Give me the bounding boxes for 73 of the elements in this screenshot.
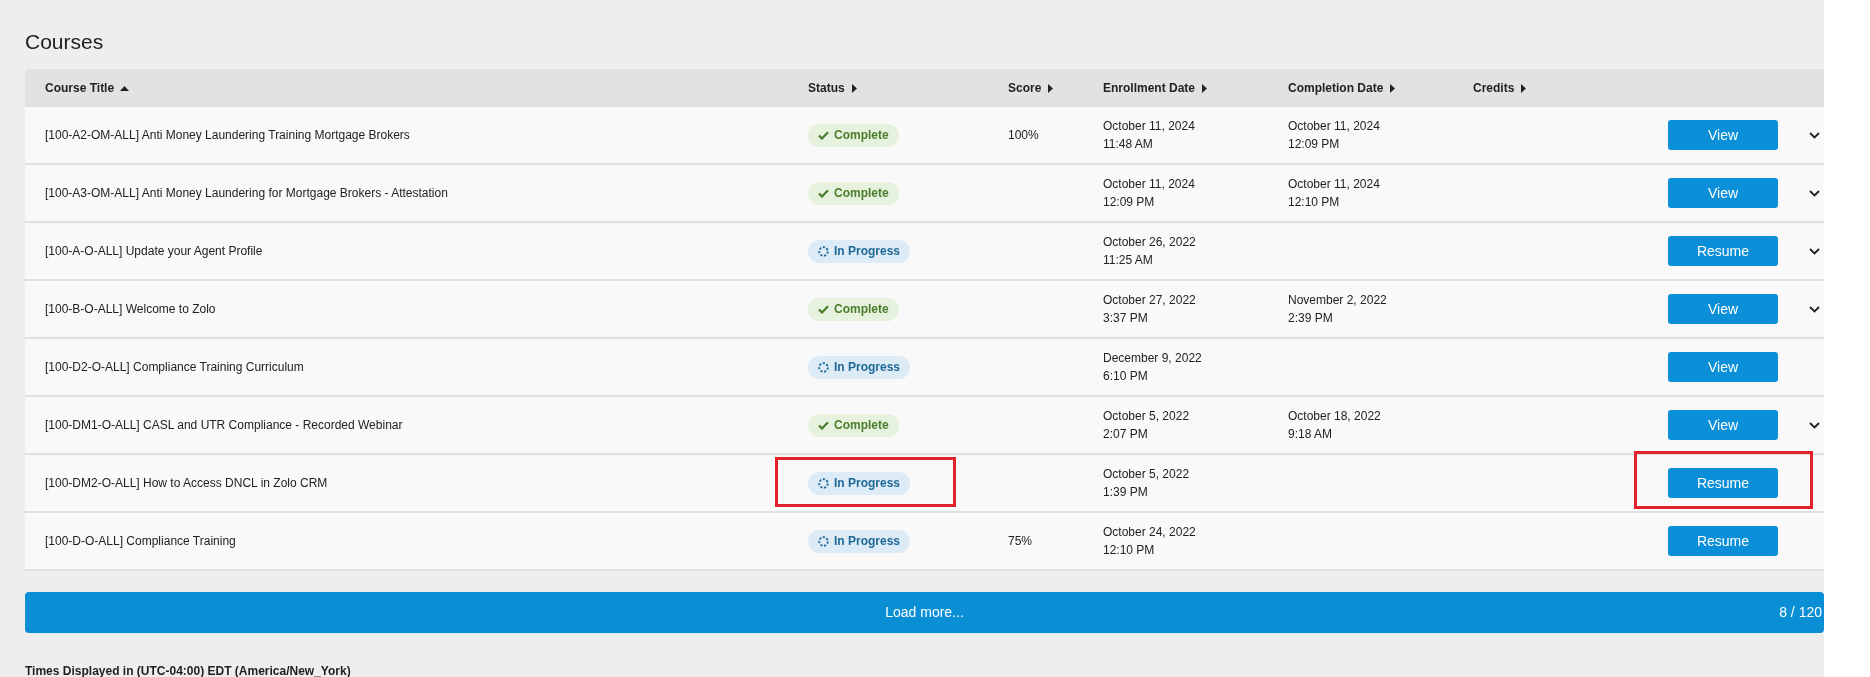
status-label: Complete (834, 301, 889, 318)
completion-time: 2:39 PM (1288, 310, 1333, 327)
action-button[interactable]: View (1668, 352, 1778, 382)
course-title: [100-A-O-ALL] Update your Agent Profile (45, 243, 263, 260)
score-value: 75% (1008, 533, 1033, 550)
status-label: Complete (834, 185, 889, 202)
enrollment-date: October 24, 2022 (1103, 524, 1196, 541)
chevron-down-icon[interactable] (1809, 305, 1820, 313)
results-count: 8 / 120 (1779, 604, 1822, 621)
enrollment-time: 6:10 PM (1103, 368, 1148, 385)
load-more-button[interactable]: Load more... 8 / 120 (25, 592, 1824, 633)
course-title: [100-A3-OM-ALL] Anti Money Laundering for Mortgage Brokers - Attestation (45, 185, 448, 202)
enrollment-time: 3:37 PM (1103, 310, 1148, 327)
loading-icon (818, 361, 829, 373)
column-header[interactable]: Course Title (45, 79, 130, 97)
completion-date: November 2, 2022 (1288, 292, 1387, 309)
course-title: [100-B-O-ALL] Welcome to Zolo (45, 301, 216, 318)
column-header[interactable]: Status (808, 79, 857, 97)
loading-icon (818, 535, 829, 547)
enrollment-date: October 5, 2022 (1103, 408, 1190, 425)
status-label: Complete (834, 127, 889, 144)
course-title: [100-A2-OM-ALL] Anti Money Laundering Training Mortgage Brokers (45, 127, 410, 144)
enrollment-date: October 27, 2022 (1103, 292, 1196, 309)
chevron-down-icon[interactable] (1809, 421, 1820, 429)
course-title: [100-D2-O-ALL] Compliance Training Curriculum (45, 359, 304, 376)
status-label: In Progress (834, 533, 901, 550)
completion-time: 12:09 PM (1288, 136, 1340, 153)
enrollment-time: 2:07 PM (1103, 426, 1148, 443)
enrollment-time: 12:10 PM (1103, 542, 1155, 559)
completion-date: October 18, 2022 (1288, 408, 1381, 425)
action-button[interactable]: Resume (1668, 236, 1778, 266)
action-button[interactable]: Resume (1668, 468, 1778, 498)
enrollment-time: 12:09 PM (1103, 194, 1155, 211)
check-icon (818, 420, 829, 430)
chevron-down-icon[interactable] (1809, 247, 1820, 255)
completion-time: 12:10 PM (1288, 194, 1340, 211)
status-label: In Progress (834, 359, 901, 376)
check-icon (818, 304, 829, 314)
enrollment-time: 1:39 PM (1103, 484, 1148, 501)
page-title: Courses (25, 29, 104, 55)
enrollment-time: 11:48 AM (1103, 136, 1153, 153)
enrollment-time: 11:25 AM (1103, 252, 1153, 269)
column-header[interactable]: Credits (1473, 79, 1527, 97)
course-title: [100-DM1-O-ALL] CASL and UTR Compliance - Recorded Webinar (45, 417, 403, 434)
chevron-down-icon[interactable] (1809, 189, 1820, 197)
column-header[interactable]: Completion Date (1288, 79, 1396, 97)
completion-date: October 11, 2024 (1288, 118, 1380, 135)
timezone-note: Times Displayed in (UTC-04:00) EDT (America/New_York) (25, 664, 351, 677)
column-header[interactable]: Enrollment Date (1103, 79, 1207, 97)
enrollment-date: October 26, 2022 (1103, 234, 1196, 251)
status-label: In Progress (834, 243, 901, 260)
enrollment-date: October 11, 2024 (1103, 118, 1195, 135)
enrollment-date: October 5, 2022 (1103, 466, 1190, 483)
status-label: In Progress (834, 475, 901, 492)
completion-time: 9:18 AM (1288, 426, 1333, 443)
action-button[interactable]: View (1668, 294, 1778, 324)
loading-icon (818, 245, 829, 257)
completion-date: October 11, 2024 (1288, 176, 1380, 193)
action-button[interactable]: View (1668, 120, 1778, 150)
enrollment-date: December 9, 2022 (1103, 350, 1202, 367)
course-title: [100-DM2-O-ALL] How to Access DNCL in Zolo CRM (45, 475, 328, 492)
chevron-down-icon[interactable] (1809, 131, 1820, 139)
enrollment-date: October 11, 2024 (1103, 176, 1195, 193)
check-icon (818, 130, 829, 140)
loading-icon (818, 477, 829, 489)
action-button[interactable]: View (1668, 410, 1778, 440)
score-value: 100% (1008, 127, 1039, 144)
status-label: Complete (834, 417, 889, 434)
action-button[interactable]: View (1668, 178, 1778, 208)
course-title: [100-D-O-ALL] Compliance Training (45, 533, 236, 550)
action-button[interactable]: Resume (1668, 526, 1778, 556)
check-icon (818, 188, 829, 198)
column-header[interactable]: Score (1008, 79, 1054, 97)
